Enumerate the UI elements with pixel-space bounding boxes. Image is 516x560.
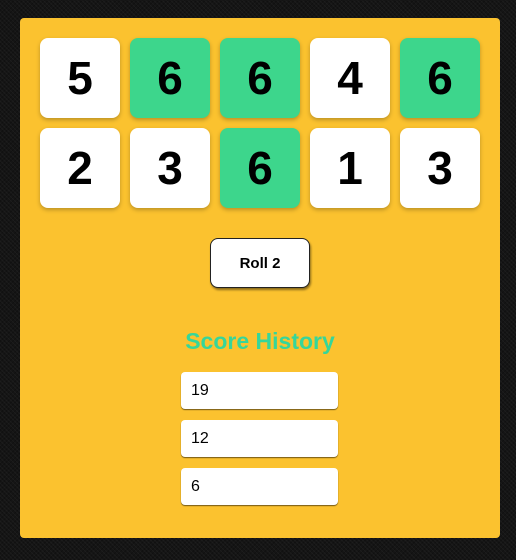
die-1[interactable]: 5: [40, 38, 120, 118]
die-2[interactable]: 6: [130, 38, 210, 118]
dice-grid: 5 6 6 4 6 2 3 6 1 3: [40, 38, 480, 208]
die-6[interactable]: 2: [40, 128, 120, 208]
die-4[interactable]: 4: [310, 38, 390, 118]
game-board: 5 6 6 4 6 2 3 6 1 3 Roll 2 Score History…: [20, 18, 500, 538]
die-10[interactable]: 3: [400, 128, 480, 208]
die-8[interactable]: 6: [220, 128, 300, 208]
score-history-title: Score History: [185, 328, 335, 354]
score-history-list: 19 12 6: [181, 372, 338, 516]
score-history-item: 6: [181, 468, 338, 505]
roll-button[interactable]: Roll 2: [210, 238, 310, 288]
die-9[interactable]: 1: [310, 128, 390, 208]
score-history-item: 19: [181, 372, 338, 409]
score-history-item: 12: [181, 420, 338, 457]
die-5[interactable]: 6: [400, 38, 480, 118]
die-3[interactable]: 6: [220, 38, 300, 118]
die-7[interactable]: 3: [130, 128, 210, 208]
